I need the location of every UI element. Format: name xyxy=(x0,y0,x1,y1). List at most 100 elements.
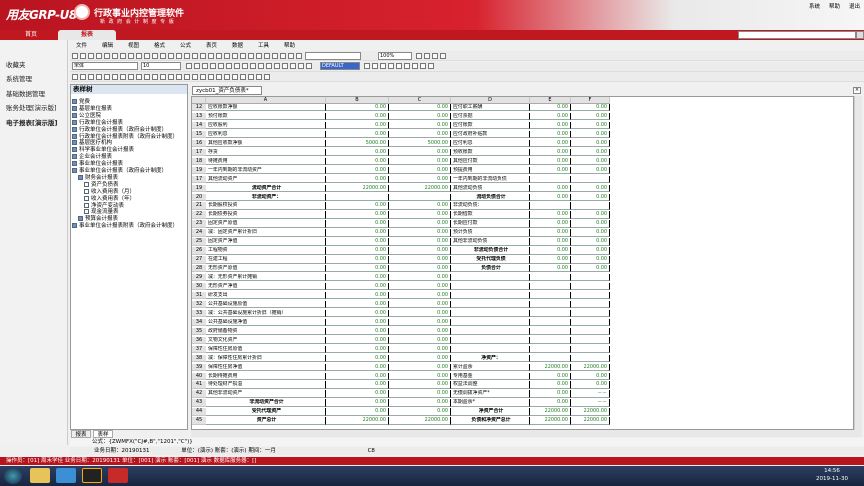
table-cell[interactable]: 22000.00 xyxy=(326,417,389,425)
table-cell[interactable] xyxy=(530,283,571,291)
table-cell[interactable] xyxy=(571,300,610,309)
toolbar-button-icon[interactable] xyxy=(290,63,296,69)
table-cell[interactable] xyxy=(451,300,530,309)
table-cell[interactable]: 净资产： xyxy=(451,354,530,362)
toolbar-button-icon[interactable] xyxy=(404,63,410,69)
table-cell[interactable]: 0.00 xyxy=(326,229,389,237)
row-header[interactable]: 34 xyxy=(192,318,206,327)
table-cell[interactable]: 0.00 xyxy=(326,211,389,219)
sheet-corner[interactable] xyxy=(192,97,206,104)
table-cell[interactable] xyxy=(571,318,610,327)
table-cell[interactable] xyxy=(571,354,610,362)
toolbar-button-icon[interactable] xyxy=(380,63,386,69)
table-cell[interactable]: 0.00 xyxy=(326,238,389,246)
table-cell[interactable]: 0.00 xyxy=(389,265,451,273)
table-cell[interactable]: 预付账款 xyxy=(206,112,326,121)
table-cell[interactable]: 其他应收款净额 xyxy=(206,139,326,148)
nav-accounting[interactable]: 账务处理[演示版] xyxy=(6,102,57,112)
row-header[interactable]: 26 xyxy=(192,247,206,255)
toolbar-button-icon[interactable] xyxy=(298,63,304,69)
table-cell[interactable]: 0.00 xyxy=(389,104,451,112)
menu-data[interactable]: 数据 xyxy=(232,41,243,49)
toolbar-button-icon[interactable] xyxy=(432,53,438,59)
toolbar-button-icon[interactable] xyxy=(264,74,270,80)
document-tab[interactable]: zycb01_资产负债表* xyxy=(192,86,262,95)
table-cell[interactable]: 待摊费用 xyxy=(206,157,326,166)
table-cell[interactable]: 0.00 xyxy=(530,130,571,139)
table-cell[interactable]: 0.00 xyxy=(530,256,571,264)
table-cell[interactable]: 累计盈余 xyxy=(451,363,530,371)
toolbar-button-icon[interactable] xyxy=(224,53,230,59)
table-cell[interactable] xyxy=(326,193,389,201)
table-cell[interactable]: 非流动负债： xyxy=(451,202,530,210)
table-cell[interactable]: 0.00 xyxy=(530,372,571,380)
table-cell[interactable]: 保障性住房净值 xyxy=(206,363,326,371)
table-cell[interactable]: 长期待摊费用 xyxy=(206,372,326,380)
table-cell[interactable]: 0.00 xyxy=(571,104,610,112)
tree-node[interactable]: 事业单位会计报表附表（政府会计制度） xyxy=(72,221,178,229)
search-icon[interactable] xyxy=(856,31,864,39)
row-header[interactable]: 28 xyxy=(192,265,206,273)
table-cell[interactable]: 无形资产净值 xyxy=(206,283,326,291)
row-header[interactable]: 32 xyxy=(192,300,206,309)
table-cell[interactable] xyxy=(530,327,571,336)
tree-tab-report[interactable]: 报表 xyxy=(71,430,91,438)
toolbar-button-icon[interactable] xyxy=(256,74,262,80)
table-cell[interactable]: 22000.00 xyxy=(571,417,610,425)
toolbar-button-icon[interactable] xyxy=(128,53,134,59)
table-cell[interactable]: 0.00 xyxy=(571,121,610,130)
row-header[interactable]: 25 xyxy=(192,238,206,246)
table-cell[interactable]: 0.00 xyxy=(389,274,451,282)
toolbar-button-icon[interactable] xyxy=(274,63,280,69)
horizontal-scrollbar[interactable] xyxy=(191,430,862,437)
table-cell[interactable]: 0.00 xyxy=(326,130,389,139)
table-cell[interactable]: 长期借款 xyxy=(451,211,530,219)
nav-basic-data[interactable]: 基础数据管理 xyxy=(6,88,45,98)
tree-tab-template[interactable]: 表样 xyxy=(93,430,113,438)
toolbar-button-icon[interactable] xyxy=(428,63,434,69)
column-header[interactable]: A xyxy=(206,97,326,104)
table-cell[interactable] xyxy=(571,345,610,354)
row-header[interactable]: 21 xyxy=(192,202,206,210)
menu-sheet[interactable]: 表页 xyxy=(206,41,217,49)
table-cell[interactable]: 0.00 xyxy=(326,112,389,121)
table-cell[interactable]: 受托代理负债 xyxy=(451,256,530,264)
table-cell[interactable]: 0.00 xyxy=(571,157,610,166)
table-cell[interactable] xyxy=(571,336,610,345)
table-cell[interactable]: 0.00 xyxy=(326,300,389,309)
table-cell[interactable]: 负债合计 xyxy=(451,265,530,273)
table-cell[interactable]: 0.00 xyxy=(326,148,389,157)
toolbar-button-icon[interactable] xyxy=(296,53,302,59)
row-header[interactable]: 33 xyxy=(192,309,206,318)
table-cell[interactable]: 0.00 xyxy=(326,363,389,371)
toolbar-button-icon[interactable] xyxy=(112,74,118,80)
toolbar-button-icon[interactable] xyxy=(144,53,150,59)
column-header[interactable]: B xyxy=(326,97,389,104)
toolbar-button-icon[interactable] xyxy=(120,53,126,59)
toolbar-button-icon[interactable] xyxy=(104,74,110,80)
column-header[interactable]: E xyxy=(530,97,571,104)
table-cell[interactable]: 0.00 xyxy=(389,166,451,175)
menu-formula[interactable]: 公式 xyxy=(180,41,191,49)
toolbar-button-icon[interactable] xyxy=(282,63,288,69)
table-cell[interactable]: 0.00 xyxy=(530,265,571,273)
table-cell[interactable]: 0.00 xyxy=(326,175,389,183)
table-cell[interactable]: 0.00 xyxy=(389,283,451,291)
table-cell[interactable]: 研发支出 xyxy=(206,291,326,300)
table-cell[interactable]: 减：无形资产累计摊销 xyxy=(206,274,326,282)
toolbar-button-icon[interactable] xyxy=(128,74,134,80)
toolbar-button-icon[interactable] xyxy=(208,53,214,59)
table-cell[interactable]: 非流动负债合计 xyxy=(451,247,530,255)
table-cell[interactable]: 0.00 xyxy=(571,184,610,192)
table-cell[interactable]: 0.00 xyxy=(530,157,571,166)
table-cell[interactable]: 无形资产原值 xyxy=(206,265,326,273)
table-cell[interactable]: 5000.00 xyxy=(326,139,389,148)
table-cell[interactable]: 公共基础设施净值 xyxy=(206,318,326,327)
row-header[interactable]: 15 xyxy=(192,130,206,139)
table-cell[interactable]: 0.00 xyxy=(326,309,389,318)
app-icon[interactable] xyxy=(108,468,128,483)
table-cell[interactable]: 0.00 xyxy=(326,318,389,327)
toolbar-button-icon[interactable] xyxy=(248,74,254,80)
row-header[interactable]: 37 xyxy=(192,345,206,354)
table-cell[interactable]: 0.00 xyxy=(326,157,389,166)
